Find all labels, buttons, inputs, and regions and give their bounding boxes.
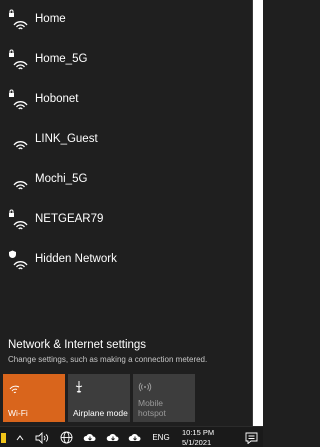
network-item-home-5g[interactable]: Home_5G: [0, 40, 252, 80]
network-item-netgear79[interactable]: NETGEAR79: [0, 200, 252, 240]
network-item-hidden-network[interactable]: Hidden Network: [0, 240, 252, 280]
wifi-toggle-tile[interactable]: Wi-Fi: [3, 374, 65, 422]
network-item-home[interactable]: Home: [0, 0, 252, 40]
airplane-icon: [75, 381, 83, 393]
input-language-indicator[interactable]: ENG: [150, 430, 172, 445]
cloud-sync-icon[interactable]: [127, 430, 143, 445]
hidden-network-shield-icon: [9, 250, 28, 270]
network-list: Home Home_5G Hobonet LINK_Guest Mochi_5G…: [0, 0, 252, 280]
wifi-tile-label: Wi-Fi: [8, 408, 28, 418]
network-name: Home_5G: [35, 53, 88, 65]
network-settings-link[interactable]: Network & Internet settings: [8, 339, 146, 351]
network-name: Hobonet: [35, 93, 79, 105]
taskbar: ENG 10:15 PM 5/1/2021: [0, 426, 263, 447]
wifi-icon: [13, 141, 28, 150]
hotspot-tile-label: Mobile hotspot: [138, 398, 166, 418]
show-hidden-icons-icon[interactable]: [14, 430, 26, 445]
airplane-tile-label: Airplane mode: [73, 408, 128, 418]
secured-wifi-icon: [9, 89, 28, 110]
network-item-hobonet[interactable]: Hobonet: [0, 80, 252, 120]
cloud-sync-icon[interactable]: [82, 430, 98, 445]
hotspot-icon: [138, 382, 152, 392]
desktop-edge: [252, 0, 263, 426]
action-center-icon[interactable]: [243, 430, 259, 445]
clock-date[interactable]: 5/1/2021: [182, 438, 211, 447]
cloud-sync-icon[interactable]: [105, 430, 121, 445]
notification-warning-icon[interactable]: [0, 430, 10, 445]
network-name: LINK_Guest: [35, 133, 98, 145]
network-name: Mochi_5G: [35, 173, 88, 185]
network-settings-description: Change settings, such as making a connec…: [8, 355, 208, 364]
secured-wifi-icon: [9, 209, 28, 230]
network-item-mochi-5g[interactable]: Mochi_5G: [0, 160, 252, 200]
wifi-icon: [9, 385, 20, 394]
network-name: NETGEAR79: [35, 213, 104, 225]
network-item-link-guest[interactable]: LINK_Guest: [0, 120, 252, 160]
secured-wifi-icon: [9, 9, 28, 30]
secured-wifi-icon: [9, 49, 28, 70]
airplane-mode-tile[interactable]: Airplane mode: [68, 374, 130, 422]
network-flyout: Home Home_5G Hobonet LINK_Guest Mochi_5G…: [0, 0, 252, 426]
network-name: Home: [35, 13, 66, 25]
wifi-icon: [13, 181, 28, 190]
mobile-hotspot-tile[interactable]: Mobile hotspot: [133, 374, 195, 422]
volume-icon[interactable]: [34, 430, 50, 445]
network-name: Hidden Network: [35, 253, 117, 265]
clock-time[interactable]: 10:15 PM: [182, 428, 214, 437]
network-globe-icon[interactable]: [58, 430, 74, 445]
